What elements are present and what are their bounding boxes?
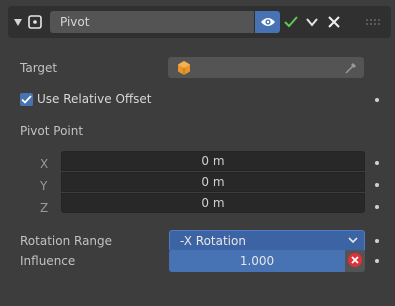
rotation-range-value: -X Rotation	[180, 234, 246, 248]
rotation-range-label: Rotation Range	[20, 234, 113, 248]
rotation-range-select[interactable]: -X Rotation	[169, 230, 365, 252]
pivot-z-field[interactable]: 0 m	[61, 193, 365, 213]
pivot-y-field[interactable]: 0 m	[61, 172, 365, 192]
pivot-constraint-icon	[26, 13, 44, 31]
target-label: Target	[20, 61, 58, 75]
pivot-constraint-panel: Pivot Target Use Relative Offset Pivot P…	[8, 6, 391, 304]
pivot-x-field[interactable]: 0 m	[61, 151, 365, 171]
eye-icon[interactable]	[255, 11, 280, 33]
close-icon[interactable]	[324, 11, 344, 33]
keyframe-dot-icon[interactable]	[375, 239, 379, 243]
pivot-x-label: X	[40, 157, 49, 171]
influence-label: Influence	[20, 254, 76, 268]
checkmark-icon[interactable]	[281, 11, 301, 33]
influence-slider[interactable]: 1.000	[169, 250, 345, 272]
constraint-name-input[interactable]: Pivot	[50, 11, 254, 33]
pivot-point-label: Pivot Point	[20, 124, 84, 138]
pivot-z-label: Z	[40, 201, 49, 215]
drag-handle-icon[interactable]	[364, 17, 384, 27]
keyframe-dot-icon[interactable]	[375, 259, 379, 263]
target-field[interactable]	[168, 57, 364, 78]
keyframe-dot-icon[interactable]	[375, 161, 379, 165]
eyedropper-icon[interactable]	[344, 61, 358, 78]
disclosure-triangle-down-icon[interactable]	[12, 15, 24, 29]
clear-influence-button[interactable]	[345, 250, 365, 272]
keyframe-dot-icon[interactable]	[375, 98, 379, 102]
constraint-header: Pivot	[8, 6, 391, 38]
pivot-y-label: Y	[40, 179, 48, 193]
keyframe-dot-icon[interactable]	[375, 183, 379, 187]
use-relative-offset-label: Use Relative Offset	[37, 92, 152, 106]
close-circle-icon	[347, 252, 363, 271]
keyframe-dot-icon[interactable]	[375, 205, 379, 209]
chevron-down-icon[interactable]	[302, 11, 322, 33]
object-cube-icon	[176, 60, 192, 79]
use-relative-offset-checkbox[interactable]	[20, 93, 33, 106]
